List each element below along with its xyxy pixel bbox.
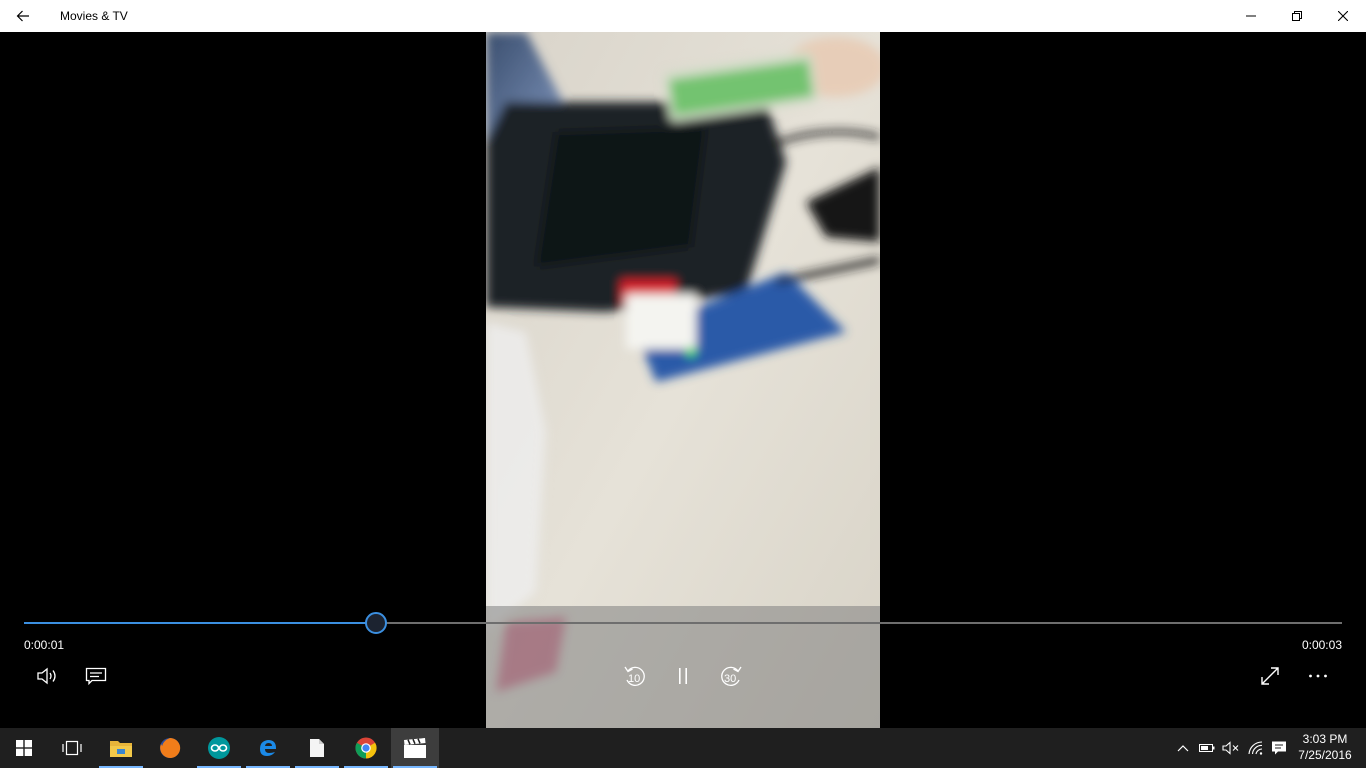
captions-button[interactable]: [72, 661, 120, 691]
clock[interactable]: 3:03 PM 7/25/2016: [1290, 731, 1360, 763]
taskbar-edge[interactable]: [244, 728, 292, 768]
app-title: Movies & TV: [60, 9, 128, 23]
more-options-button[interactable]: [1294, 661, 1342, 691]
edge-icon: [260, 740, 276, 756]
taskbar-file-explorer[interactable]: [97, 728, 145, 768]
skip-forward-button[interactable]: 30: [707, 661, 755, 691]
seek-progress: [24, 622, 376, 624]
wifi-icon: [1248, 741, 1263, 755]
action-center-button[interactable]: [1268, 728, 1290, 768]
back-button[interactable]: [0, 0, 46, 32]
fullscreen-button[interactable]: [1246, 661, 1294, 691]
taskbar: 3:03 PM 7/25/2016: [0, 728, 1366, 768]
restore-button[interactable]: [1274, 0, 1320, 32]
skip-forward-label: 30: [724, 673, 737, 685]
restore-icon: [1292, 11, 1302, 21]
minimize-button[interactable]: [1228, 0, 1274, 32]
elapsed-time: 0:00:01: [24, 638, 65, 652]
close-icon: [1338, 11, 1348, 21]
firefox-icon: [160, 737, 181, 758]
taskbar-movies-and-tv[interactable]: [391, 728, 439, 768]
network-tray[interactable]: [1245, 728, 1267, 768]
total-time: 0:00:03: [1301, 638, 1342, 652]
seek-bar[interactable]: [24, 612, 1342, 634]
battery-tray[interactable]: [1196, 728, 1218, 768]
clock-time: 3:03 PM: [1302, 732, 1348, 746]
title-bar: Movies & TV: [0, 0, 1366, 32]
document-icon: [310, 739, 324, 757]
fullscreen-icon: [1261, 667, 1279, 685]
volume-tray[interactable]: [1220, 728, 1242, 768]
captions-icon: [85, 667, 107, 686]
minimize-icon: [1246, 15, 1256, 17]
task-view-button[interactable]: [48, 728, 96, 768]
more-icon: [1309, 674, 1327, 678]
skip-back-label: 10: [628, 673, 641, 685]
seek-thumb[interactable]: [364, 612, 387, 634]
folder-icon: [110, 741, 132, 757]
volume-icon: [37, 667, 56, 685]
taskbar-notepad[interactable]: [293, 728, 341, 768]
close-button[interactable]: [1320, 0, 1366, 32]
taskbar-chrome[interactable]: [342, 728, 390, 768]
pause-icon: [679, 668, 687, 684]
notification-icon: [1272, 741, 1286, 755]
start-button[interactable]: [0, 728, 48, 768]
pause-button[interactable]: [659, 661, 707, 691]
show-hidden-icons-button[interactable]: [1172, 728, 1194, 768]
chevron-up-icon: [1177, 745, 1189, 752]
taskbar-firefox[interactable]: [146, 728, 194, 768]
clock-date: 7/25/2016: [1298, 748, 1352, 762]
back-arrow-icon: [16, 10, 29, 22]
battery-icon: [1199, 744, 1215, 752]
volume-muted-icon: [1222, 741, 1239, 755]
clapperboard-icon: [404, 738, 426, 758]
windows-logo-icon: [16, 740, 32, 756]
volume-button[interactable]: [24, 661, 72, 691]
chrome-icon: [355, 737, 377, 759]
arduino-icon: [208, 737, 230, 759]
skip-back-button[interactable]: 10: [611, 661, 659, 691]
task-view-icon: [62, 740, 82, 756]
taskbar-arduino[interactable]: [195, 728, 243, 768]
